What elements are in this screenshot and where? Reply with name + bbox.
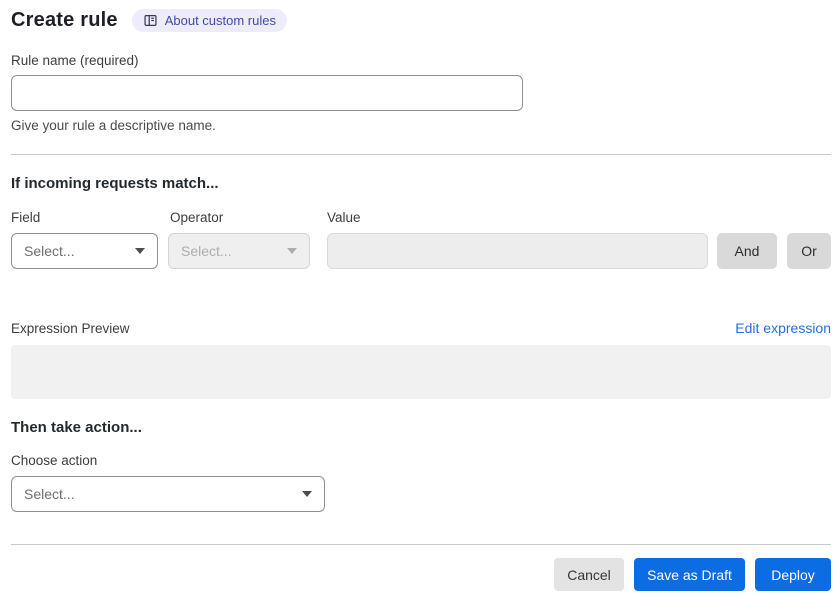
header: Create rule About custom rules [11,0,831,32]
deploy-button[interactable]: Deploy [755,558,831,591]
book-icon [143,13,158,28]
page-title: Create rule [11,9,118,31]
action-select[interactable]: Select... [11,476,325,512]
expression-preview-box [11,345,831,399]
value-input[interactable] [327,233,708,269]
save-as-draft-button[interactable]: Save as Draft [634,558,745,591]
chevron-down-icon [287,248,297,254]
section-divider [11,154,831,155]
action-select-value: Select... [24,486,75,502]
edit-expression-link[interactable]: Edit expression [735,320,831,336]
field-select[interactable]: Select... [11,233,158,269]
choose-action-label: Choose action [11,453,98,468]
cancel-button[interactable]: Cancel [554,558,624,591]
action-section-heading: Then take action... [11,419,142,436]
operator-label: Operator [170,210,224,225]
or-button[interactable]: Or [787,233,831,269]
footer-actions: Cancel Save as Draft Deploy [11,558,831,591]
match-labels-row: Field Operator Value [11,210,831,225]
chevron-down-icon [302,491,312,497]
field-label: Field [11,210,41,225]
and-button[interactable]: And [717,233,777,269]
operator-select-value: Select... [181,243,232,259]
about-custom-rules-badge[interactable]: About custom rules [131,9,287,32]
value-label: Value [327,210,361,225]
match-section-heading: If incoming requests match... [11,175,219,192]
rule-name-helper: Give your rule a descriptive name. [11,118,216,133]
rule-name-input[interactable] [11,75,523,111]
about-custom-rules-label: About custom rules [164,13,276,28]
footer-divider [11,544,831,545]
create-rule-form: Create rule About custom rules Rule name… [11,0,831,591]
chevron-down-icon [135,248,145,254]
field-select-value: Select... [24,243,75,259]
match-controls-row: Select... Select... And Or [11,233,831,269]
expression-preview-label: Expression Preview [11,321,130,336]
rule-name-label: Rule name (required) [11,53,139,68]
operator-select[interactable]: Select... [168,233,310,269]
expression-preview-row: Expression Preview Edit expression [11,320,831,336]
